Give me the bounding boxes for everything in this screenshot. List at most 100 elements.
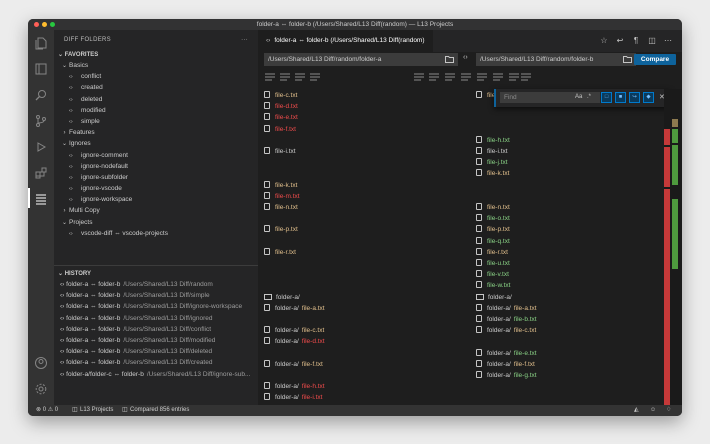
star-icon[interactable]: ☆: [596, 30, 612, 52]
file-entry[interactable]: file-d.txt: [264, 101, 298, 112]
extensions-icon[interactable]: [34, 166, 48, 180]
split-editor-icon[interactable]: ◫: [644, 30, 660, 52]
file-entry[interactable]: file-n.txt: [476, 202, 510, 213]
filter-conflicts-icon[interactable]: ◆: [643, 92, 654, 103]
select-deleted-icon[interactable]: [279, 71, 291, 83]
file-entry[interactable]: file-k.txt: [264, 180, 297, 191]
workspace-name[interactable]: L13 Projects: [80, 405, 113, 416]
favorite-item[interactable]: ‹› ignore-workspace: [54, 194, 258, 205]
delete-right-icon[interactable]: [476, 71, 488, 83]
problems-indicator[interactable]: ⊗ 0 ⚠ 0: [36, 405, 58, 416]
delete-left-icon[interactable]: [444, 71, 456, 83]
favorite-group[interactable]: ⌄ Basics: [54, 60, 258, 71]
favorite-group[interactable]: ⌄ Ignores: [54, 138, 258, 149]
history-item[interactable]: ‹› folder-a ⇔ folder-b/Users/Shared/L13 …: [54, 335, 258, 346]
file-entry[interactable]: folder-a/file-g.txt: [476, 370, 537, 381]
file-entry[interactable]: folder-a/file-b.txt: [476, 314, 537, 325]
regex-toggle[interactable]: .*: [587, 94, 591, 100]
filter-files-icon[interactable]: □: [601, 92, 612, 103]
file-entry[interactable]: file-k.txt: [476, 168, 509, 179]
select-created-icon[interactable]: [309, 71, 321, 83]
folder-entry[interactable]: folder-a/: [264, 292, 300, 303]
file-entry[interactable]: file-r.txt: [476, 247, 508, 258]
favorite-item[interactable]: ‹› ignore-comment: [54, 150, 258, 161]
filter-folders-icon[interactable]: ■: [615, 92, 626, 103]
feedback-icon[interactable]: ☺: [650, 405, 656, 416]
favorite-group[interactable]: › Multi Copy: [54, 205, 258, 216]
history-item[interactable]: ‹› folder-a ⇔ folder-b/Users/Shared/L13 …: [54, 357, 258, 368]
file-entry[interactable]: file-j.txt: [476, 157, 508, 168]
favorite-item[interactable]: ‹› created: [54, 82, 258, 93]
favorite-item[interactable]: ‹› simple: [54, 116, 258, 127]
remote-icon[interactable]: ◭: [634, 405, 639, 416]
favorite-item[interactable]: ‹› ignore-vscode: [54, 183, 258, 194]
favorite-item[interactable]: ‹› modified: [54, 105, 258, 116]
favorite-item[interactable]: ‹› ignore-nodefault: [54, 161, 258, 172]
source-control-icon[interactable]: [34, 114, 48, 128]
folder-open-icon[interactable]: [623, 56, 632, 63]
search-icon[interactable]: [34, 88, 48, 102]
file-entry[interactable]: file-p.txt: [476, 224, 510, 235]
diff-minimap[interactable]: [664, 89, 682, 405]
account-icon[interactable]: [34, 356, 48, 370]
file-entry[interactable]: file-w.txt: [476, 280, 510, 291]
history-item[interactable]: ‹› folder-a ⇔ folder-b/Users/Shared/L13 …: [54, 313, 258, 324]
file-entry[interactable]: file-r.txt: [264, 247, 296, 258]
delete-both-icon[interactable]: [492, 71, 504, 83]
pilcrow-icon[interactable]: ¶: [628, 30, 644, 52]
file-entry[interactable]: file-h.txt: [476, 135, 510, 146]
history-item[interactable]: ‹› folder-a ⇔ folder-b/Users/Shared/L13 …: [54, 346, 258, 357]
history-item[interactable]: ‹› folder-a ⇔ folder-b/Users/Shared/L13 …: [54, 290, 258, 301]
favorites-section-header[interactable]: ⌄ FAVORITES: [54, 50, 258, 60]
file-entry[interactable]: file-v.txt: [476, 269, 509, 280]
match-case-toggle[interactable]: Aa: [575, 94, 582, 100]
favorite-item[interactable]: ‹› vscode-diff ⇔ vscode-projects: [54, 228, 258, 239]
file-entry[interactable]: folder-a/file-c.txt: [264, 325, 324, 336]
file-entry[interactable]: file-q.txt: [476, 236, 510, 247]
file-entry[interactable]: folder-a/file-h.txt: [264, 381, 325, 392]
diff-folders-icon[interactable]: [34, 192, 48, 206]
more-icon[interactable]: ⋯: [660, 30, 676, 52]
favorite-item[interactable]: ‹› deleted: [54, 94, 258, 105]
swap-icon[interactable]: [460, 71, 472, 83]
more-actions-icon[interactable]: ···: [241, 30, 248, 50]
file-entry[interactable]: file-p.txt: [264, 224, 298, 235]
file-entry[interactable]: folder-a/file-f.txt: [476, 359, 535, 370]
close-window-button[interactable]: [34, 22, 39, 27]
swap-paths-icon[interactable]: ‹›: [463, 54, 468, 61]
favorite-group[interactable]: › Features: [54, 127, 258, 138]
file-entry[interactable]: file-c.txt: [264, 90, 297, 101]
files-icon[interactable]: [34, 36, 48, 50]
file-entry[interactable]: folder-a/file-f.txt: [264, 359, 323, 370]
copy-right-icon[interactable]: [428, 71, 440, 83]
file-entry[interactable]: file-i.txt: [476, 146, 508, 157]
left-path-input[interactable]: /Users/Shared/L13 Diff/random/folder-a: [264, 53, 458, 66]
file-entry[interactable]: file-i.txt: [264, 146, 296, 157]
file-entry[interactable]: file-n.txt: [264, 202, 298, 213]
collapse-icon[interactable]: [520, 71, 532, 83]
minimize-window-button[interactable]: [42, 22, 47, 27]
copy-both-icon[interactable]: [508, 71, 520, 83]
notifications-icon[interactable]: ♢: [666, 405, 671, 416]
history-item[interactable]: ‹› folder-a ⇔ folder-b/Users/Shared/L13 …: [54, 301, 258, 312]
return-icon[interactable]: ↩: [612, 30, 628, 52]
zoom-window-button[interactable]: [50, 22, 55, 27]
copy-left-icon[interactable]: [413, 71, 425, 83]
file-entry[interactable]: file-f.txt: [264, 124, 296, 135]
file-entry[interactable]: folder-a/file-a.txt: [264, 303, 325, 314]
history-item[interactable]: ‹› folder-a ⇔ folder-b/Users/Shared/L13 …: [54, 279, 258, 290]
file-entry[interactable]: folder-a/file-e.txt: [476, 348, 537, 359]
compare-button[interactable]: Compare: [634, 54, 676, 65]
settings-icon[interactable]: [34, 382, 48, 396]
favorite-item[interactable]: ‹› conflict: [54, 71, 258, 82]
file-entry[interactable]: file-u.txt: [476, 258, 510, 269]
file-entry[interactable]: folder-a/file-a.txt: [476, 303, 537, 314]
file-entry[interactable]: file-e.txt: [264, 112, 298, 123]
layout-icon[interactable]: [34, 62, 48, 76]
select-all-left-icon[interactable]: [264, 71, 276, 83]
history-section-header[interactable]: ⌄ HISTORY: [54, 269, 258, 279]
folder-open-icon[interactable]: [445, 56, 454, 63]
tab-diff[interactable]: ‹› folder-a ⇔ folder-b (/Users/Shared/L13…: [258, 30, 433, 52]
file-entry[interactable]: folder-a/file-i.txt: [264, 392, 322, 403]
favorite-item[interactable]: ‹› ignore-subfolder: [54, 172, 258, 183]
